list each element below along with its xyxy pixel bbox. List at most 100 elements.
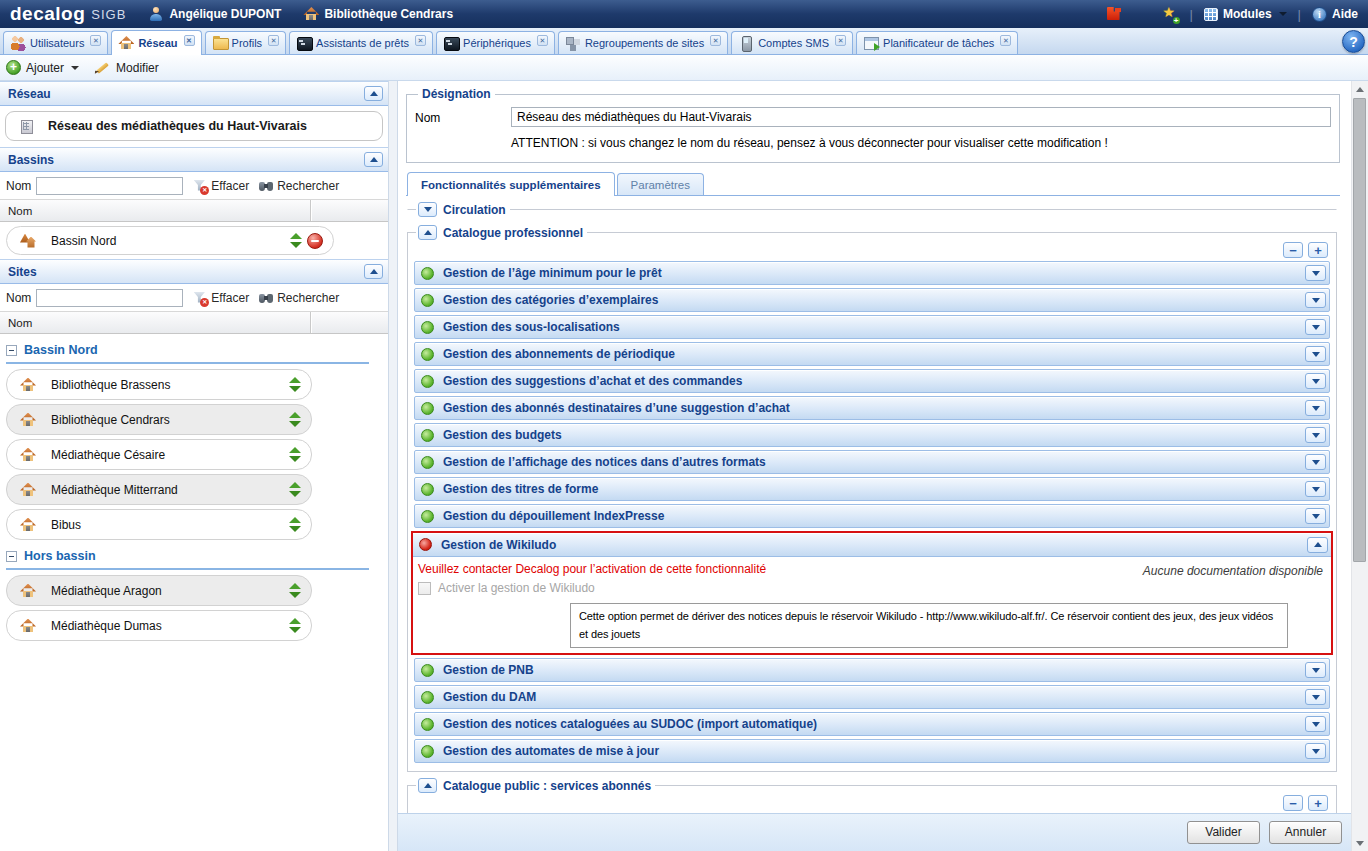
expand-button[interactable] [1305, 662, 1326, 678]
move-updown-icon[interactable] [290, 233, 302, 248]
collapse-button[interactable] [418, 225, 437, 240]
add-button[interactable]: Ajouter [6, 60, 79, 75]
rechercher-button[interactable]: Rechercher [258, 178, 339, 194]
expand-button[interactable] [1305, 481, 1326, 497]
feature-bar-wikiludo[interactable]: Gestion de Wikiludo [413, 533, 1331, 557]
site-row[interactable]: Bibliothèque Brassens [6, 369, 312, 400]
module-tab[interactable]: Regroupements de sites ✕ [558, 31, 728, 54]
expand-button[interactable] [418, 202, 437, 217]
module-tab[interactable]: Profils ✕ [205, 31, 287, 54]
expand-button[interactable] [1305, 292, 1326, 308]
favorites-icon[interactable] [1163, 6, 1179, 22]
collapse-button[interactable] [1307, 537, 1328, 553]
move-updown-icon[interactable] [289, 447, 301, 462]
effacer-button[interactable]: Effacer [192, 290, 249, 306]
reseau-section-header[interactable]: Réseau [0, 81, 388, 106]
expand-button[interactable] [1305, 373, 1326, 389]
sites-section-header[interactable]: Sites [0, 259, 388, 284]
panel-splitter[interactable] [389, 81, 397, 851]
site-row[interactable]: Bibus [6, 509, 312, 540]
help-menu[interactable]: Aide [1312, 7, 1358, 22]
site-group-header[interactable]: Hors bassin [6, 549, 369, 570]
move-updown-icon[interactable] [289, 583, 301, 598]
close-icon[interactable]: ✕ [1000, 35, 1011, 46]
expand-button[interactable] [1305, 319, 1326, 335]
wikiludo-checkbox[interactable] [418, 582, 431, 595]
modules-menu[interactable]: Modules [1204, 7, 1287, 21]
feature-bar[interactable]: Gestion de l’affichage des notices dans … [414, 450, 1330, 474]
current-user[interactable]: Angélique DUPONT [148, 6, 281, 22]
feature-bar[interactable]: Gestion du DAM [414, 685, 1330, 709]
feature-bar[interactable]: Gestion des budgets [414, 423, 1330, 447]
expand-button[interactable] [1305, 454, 1326, 470]
move-updown-icon[interactable] [289, 412, 301, 427]
feature-bar[interactable]: Gestion des catégories d’exemplaires [414, 288, 1330, 312]
expand-button[interactable] [1305, 508, 1326, 524]
bassins-section-header[interactable]: Bassins [0, 147, 388, 172]
bassins-grid-header[interactable]: Nom [0, 199, 388, 222]
collapse-all-button[interactable]: − [1283, 242, 1303, 258]
bassin-row[interactable]: Bassin Nord [6, 226, 334, 255]
feature-bar[interactable]: Gestion du dépouillement IndexPresse [414, 504, 1330, 528]
current-site[interactable]: Bibliothèque Cendrars [303, 6, 453, 22]
expand-button[interactable] [1305, 265, 1326, 281]
collapse-group-icon[interactable] [6, 345, 17, 356]
expand-button[interactable] [1305, 346, 1326, 362]
expand-button[interactable] [1305, 689, 1326, 705]
module-tab[interactable]: Planificateur de tâches ✕ [856, 31, 1018, 54]
module-tab[interactable]: Comptes SMS ✕ [731, 31, 853, 54]
rechercher-button[interactable]: Rechercher [258, 290, 339, 306]
close-icon[interactable]: ✕ [710, 35, 721, 46]
site-row[interactable]: Médiathèque Aragon [6, 575, 312, 606]
site-row[interactable]: Médiathèque Dumas [6, 610, 312, 641]
move-updown-icon[interactable] [289, 482, 301, 497]
feature-bar[interactable]: Gestion des abonnés destinataires d’une … [414, 396, 1330, 420]
collapse-all-button[interactable]: − [1283, 795, 1303, 811]
red-status-icon[interactable] [1106, 6, 1122, 22]
help-button[interactable]: ? [1342, 30, 1365, 53]
feature-bar[interactable]: Gestion des sous-localisations [414, 315, 1330, 339]
expand-button[interactable] [1305, 716, 1326, 732]
feature-bar[interactable]: Gestion de l’âge minimum pour le prêt [414, 261, 1330, 285]
expand-button[interactable] [1305, 743, 1326, 759]
site-row[interactable]: Médiathèque Mitterrand [6, 474, 312, 505]
sites-grid-header[interactable]: Nom [0, 311, 388, 334]
collapse-group-icon[interactable] [6, 551, 17, 562]
collapse-button[interactable] [364, 152, 383, 167]
feature-bar[interactable]: Gestion des notices cataloguées au SUDOC… [414, 712, 1330, 736]
collapse-button[interactable] [364, 264, 383, 279]
move-updown-icon[interactable] [289, 377, 301, 392]
sub-tab[interactable]: Paramètres [617, 173, 704, 195]
feature-bar[interactable]: Gestion des abonnements de périodique [414, 342, 1330, 366]
valider-button[interactable]: Valider [1187, 821, 1260, 844]
close-icon[interactable]: ✕ [415, 35, 426, 46]
expand-button[interactable] [1305, 400, 1326, 416]
module-tab[interactable]: Réseau ✕ [111, 30, 201, 55]
scroll-up-icon[interactable] [1352, 81, 1368, 97]
module-tab[interactable]: Utilisateurs ✕ [3, 31, 108, 54]
bassins-nom-input[interactable] [36, 177, 183, 195]
close-icon[interactable]: ✕ [537, 35, 548, 46]
feature-bar[interactable]: Gestion des titres de forme [414, 477, 1330, 501]
close-icon[interactable]: ✕ [268, 35, 279, 46]
reseau-item[interactable]: Réseau des médiathèques du Haut-Vivarais [5, 111, 383, 141]
remove-icon[interactable] [307, 233, 323, 249]
scroll-down-icon[interactable] [1352, 835, 1368, 851]
close-icon[interactable]: ✕ [835, 35, 846, 46]
nom-input[interactable] [511, 107, 1331, 127]
site-row[interactable]: Médiathèque Césaire [6, 439, 312, 470]
expand-button[interactable] [1305, 427, 1326, 443]
collapse-button[interactable] [418, 778, 437, 793]
annuler-button[interactable]: Annuler [1269, 821, 1342, 844]
sites-nom-input[interactable] [36, 289, 183, 307]
module-tab[interactable]: Assistants de prêts ✕ [289, 31, 433, 54]
edit-button[interactable]: Modifier [95, 60, 159, 76]
collapse-button[interactable] [364, 86, 383, 101]
scroll-thumb[interactable] [1353, 98, 1366, 562]
module-tab[interactable]: Périphériques ✕ [436, 31, 555, 54]
expand-all-button[interactable]: + [1308, 795, 1328, 811]
feature-bar[interactable]: Gestion des automates de mise à jour [414, 739, 1330, 763]
expand-all-button[interactable]: + [1308, 242, 1328, 258]
sub-tab[interactable]: Fonctionnalités supplémentaires [407, 172, 615, 196]
move-updown-icon[interactable] [289, 517, 301, 532]
